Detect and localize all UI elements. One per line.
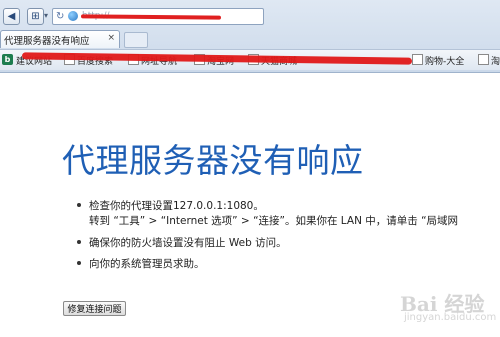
favorites-item[interactable]: 购物-大全	[412, 54, 464, 67]
address-row: ◀ ⊞ ▾ ↻ http://...	[0, 6, 500, 26]
page-title: 代理服务器没有响应	[62, 141, 364, 180]
tab-strip: 代理服务器没有响应 ×	[0, 30, 500, 48]
page-icon	[412, 54, 423, 65]
watermark-sub: jingyan.baidu.com	[404, 312, 497, 323]
list-item-text: 向你的系统管理员求助。	[89, 258, 205, 270]
list-item-text: 确保你的防火墙设置没有阻止 Web 访问。	[89, 237, 287, 249]
bullet-icon	[77, 261, 81, 265]
address-bar[interactable]: ↻ http://...	[52, 8, 264, 25]
fix-connection-button[interactable]: 修复连接问题	[63, 301, 126, 316]
home-icon[interactable]: ⊞	[27, 8, 44, 25]
page-icon	[478, 54, 489, 65]
tab-title: 代理服务器没有响应	[4, 36, 90, 47]
baidu-watermark-logo: Bai 经验 jingyan.baidu.com	[400, 288, 497, 328]
browser-chrome: ◀ ⊞ ▾ ↻ http://... 代理服务器没有响应 × b 建议网站 百度…	[0, 0, 500, 73]
tab-active[interactable]: 代理服务器没有响应 ×	[0, 30, 120, 48]
chevron-down-icon[interactable]: ▾	[44, 11, 48, 20]
close-icon[interactable]: ×	[107, 33, 115, 43]
favorites-item[interactable]: 淘	[478, 54, 500, 67]
back-icon[interactable]: ◀	[3, 8, 20, 25]
globe-icon	[68, 11, 78, 21]
bullet-icon	[77, 203, 81, 207]
list-item-text: 转到 “工具” > “Internet 选项” > “连接”。如果你在 LAN …	[89, 215, 459, 227]
list-item-text: 检查你的代理设置127.0.0.1:1080。	[89, 200, 264, 212]
bullet-icon	[77, 240, 81, 244]
bing-icon[interactable]: b	[2, 54, 13, 65]
new-tab-button[interactable]	[124, 32, 148, 48]
refresh-icon[interactable]: ↻	[56, 9, 64, 24]
